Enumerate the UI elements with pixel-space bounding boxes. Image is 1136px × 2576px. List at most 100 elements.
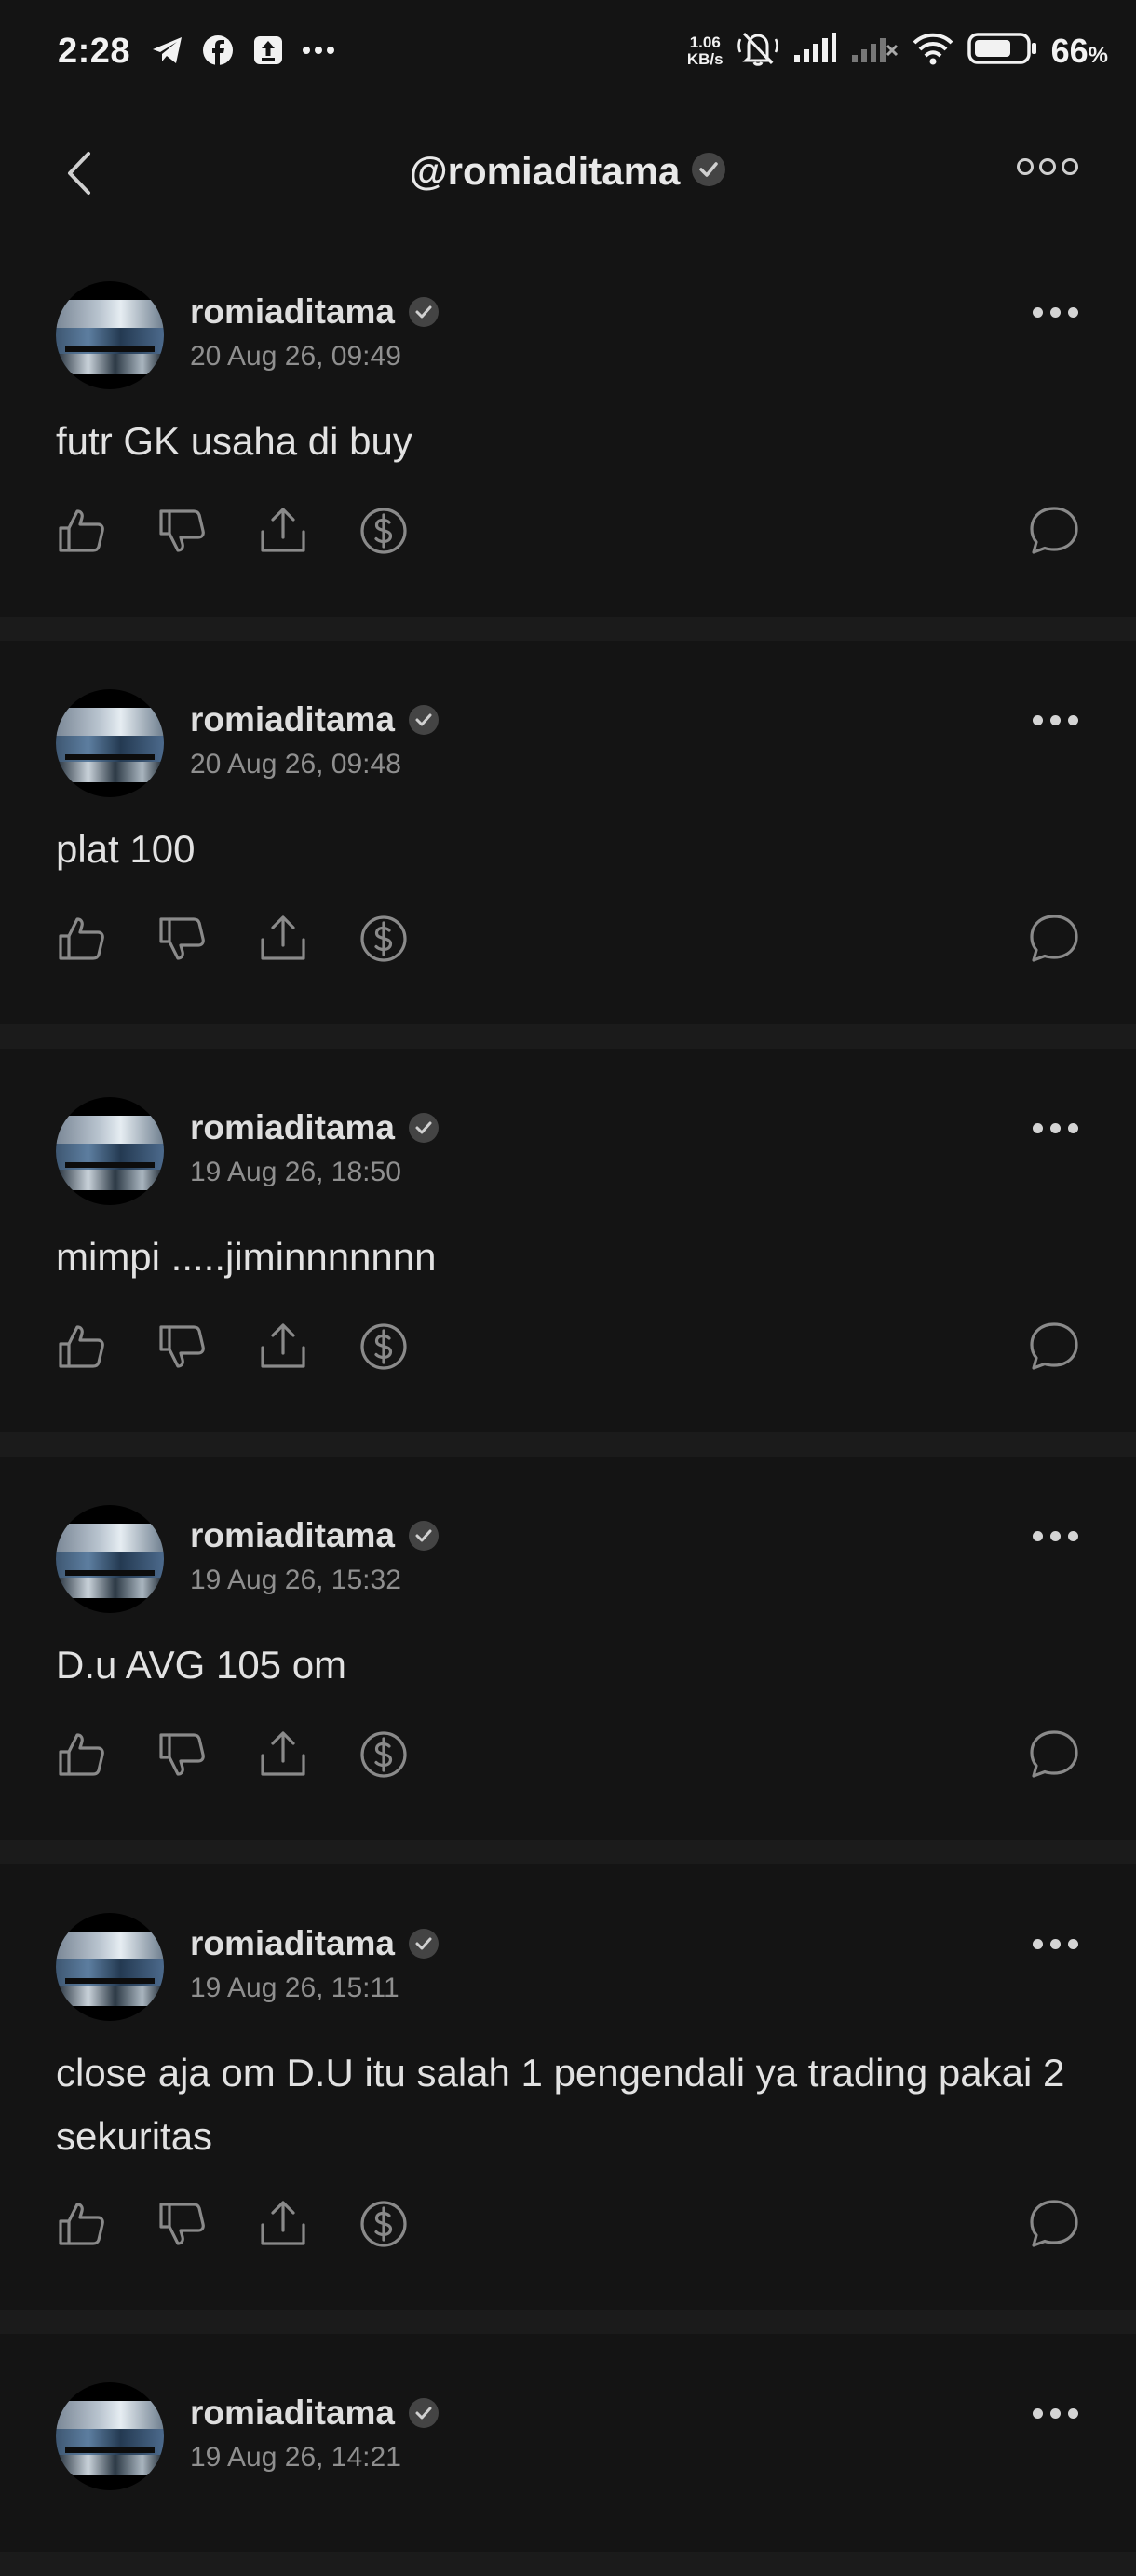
user-row: romiaditama [190, 700, 440, 739]
status-system-icons: 1.06 KB/s 66% [687, 30, 1108, 72]
post-username[interactable]: romiaditama [190, 1924, 395, 1963]
comment-button[interactable] [1028, 505, 1080, 557]
post-card: romiaditama 20 Aug 26, 09:49 futr GK usa… [0, 233, 1136, 641]
share-icon [261, 2201, 305, 2245]
like-button[interactable] [56, 2198, 108, 2250]
upload-notification-icon [251, 34, 285, 67]
like-button[interactable] [56, 913, 108, 965]
header-more-button[interactable] [1017, 158, 1078, 175]
more-notifications-icon [302, 34, 335, 67]
more-dot-icon [1033, 1531, 1043, 1541]
comment-button[interactable] [1028, 913, 1080, 965]
share-button[interactable] [257, 2198, 309, 2250]
share-icon [261, 508, 305, 552]
more-dot-icon [1033, 1123, 1043, 1133]
dislike-button[interactable] [156, 1729, 209, 1781]
post-more-button[interactable] [1033, 1531, 1078, 1541]
post-timestamp: 20 Aug 26, 09:49 [190, 341, 401, 372]
more-dot-icon [1050, 1939, 1061, 1949]
avatar[interactable] [56, 689, 164, 797]
verified-badge-icon [408, 1520, 440, 1552]
dislike-icon [159, 509, 205, 552]
tip-icon [360, 508, 407, 554]
comment-button[interactable] [1028, 1321, 1080, 1373]
user-block: romiaditama 19 Aug 26, 15:11 [190, 1924, 440, 2004]
verified-badge-icon [408, 704, 440, 736]
wifi-icon [912, 32, 954, 70]
avatar[interactable] [56, 281, 164, 389]
avatar[interactable] [56, 1097, 164, 1205]
post-card: romiaditama 19 Aug 26, 15:11 close aja o… [0, 1864, 1136, 2334]
post-more-button[interactable] [1033, 307, 1078, 318]
more-dot-icon [1050, 307, 1061, 318]
post-body: futr GK usaha di buy [56, 419, 412, 463]
comment-button[interactable] [1028, 1729, 1080, 1781]
avatar[interactable] [56, 1505, 164, 1613]
more-dot-icon [1033, 1939, 1043, 1949]
verified-badge-icon [408, 1928, 440, 1959]
share-button[interactable] [257, 505, 309, 557]
post-username[interactable]: romiaditama [190, 292, 395, 332]
post-more-button[interactable] [1033, 1939, 1078, 1949]
share-button[interactable] [257, 1321, 309, 1373]
facebook-icon [201, 34, 235, 67]
comment-button[interactable] [1028, 2198, 1080, 2250]
share-icon [261, 1731, 305, 1776]
tip-icon [360, 915, 407, 962]
more-dot-icon [1033, 2408, 1043, 2419]
dislike-button[interactable] [156, 913, 209, 965]
share-button[interactable] [257, 913, 309, 965]
post-username[interactable]: romiaditama [190, 700, 395, 739]
post-header: romiaditama 19 Aug 26, 14:21 [56, 2382, 440, 2490]
post-header: romiaditama 19 Aug 26, 18:50 [56, 1097, 440, 1205]
like-button[interactable] [56, 1321, 108, 1373]
post-more-button[interactable] [1033, 1123, 1078, 1133]
dislike-button[interactable] [156, 505, 209, 557]
post-feed: romiaditama 20 Aug 26, 09:49 futr GK usa… [0, 233, 1136, 2576]
post-card: romiaditama 20 Aug 26, 09:48 plat 100 [0, 641, 1136, 1049]
post-timestamp: 19 Aug 26, 15:11 [190, 1973, 399, 2003]
more-dot-icon [1033, 715, 1043, 725]
post-more-button[interactable] [1033, 2408, 1078, 2419]
post-body: mimpi .....jiminnnnnnn [56, 1235, 437, 1279]
header-title-wrap: @romiaditama [0, 149, 1136, 194]
post-username[interactable]: romiaditama [190, 1108, 395, 1147]
post-username[interactable]: romiaditama [190, 1516, 395, 1555]
tip-button[interactable] [358, 913, 410, 965]
share-button[interactable] [257, 1729, 309, 1781]
like-button[interactable] [56, 505, 108, 557]
dislike-button[interactable] [156, 1321, 209, 1373]
more-dot-icon [1068, 307, 1078, 318]
post-more-button[interactable] [1033, 715, 1078, 725]
post-timestamp: 19 Aug 26, 15:32 [190, 1565, 401, 1595]
dislike-icon [159, 1325, 205, 1368]
like-button[interactable] [56, 1729, 108, 1781]
network-speed-unit: KB/s [686, 49, 724, 68]
comment-icon [1030, 915, 1078, 962]
tip-button[interactable] [358, 2198, 410, 2250]
post-header: romiaditama 19 Aug 26, 15:11 [56, 1913, 440, 2021]
post-username[interactable]: romiaditama [190, 2393, 395, 2433]
post-body: close aja om D.U itu salah 1 pengendali … [56, 2051, 1065, 2158]
post-header: romiaditama 20 Aug 26, 09:48 [56, 689, 440, 797]
user-block: romiaditama 20 Aug 26, 09:49 [190, 292, 440, 373]
signal-icon [792, 33, 837, 69]
dislike-button[interactable] [156, 2198, 209, 2250]
verified-badge-icon [691, 152, 726, 192]
tip-button[interactable] [358, 1321, 410, 1373]
user-block: romiaditama 19 Aug 26, 18:50 [190, 1108, 440, 1188]
mute-icon [737, 30, 779, 72]
more-dot-icon [1068, 1123, 1078, 1133]
user-row: romiaditama [190, 1516, 440, 1555]
tip-button[interactable] [358, 1729, 410, 1781]
more-dot-icon [1050, 1531, 1061, 1541]
avatar[interactable] [56, 1913, 164, 2021]
battery-value: 66 [1050, 31, 1089, 70]
status-time: 2:28 [58, 32, 131, 71]
comment-icon [1030, 507, 1078, 554]
avatar[interactable] [56, 2382, 164, 2490]
tip-button[interactable] [358, 505, 410, 557]
more-dot-icon [1068, 1939, 1078, 1949]
post-card: romiaditama 19 Aug 26, 15:32 D.u AVG 105… [0, 1457, 1136, 1864]
user-block: romiaditama 19 Aug 26, 15:32 [190, 1516, 440, 1596]
